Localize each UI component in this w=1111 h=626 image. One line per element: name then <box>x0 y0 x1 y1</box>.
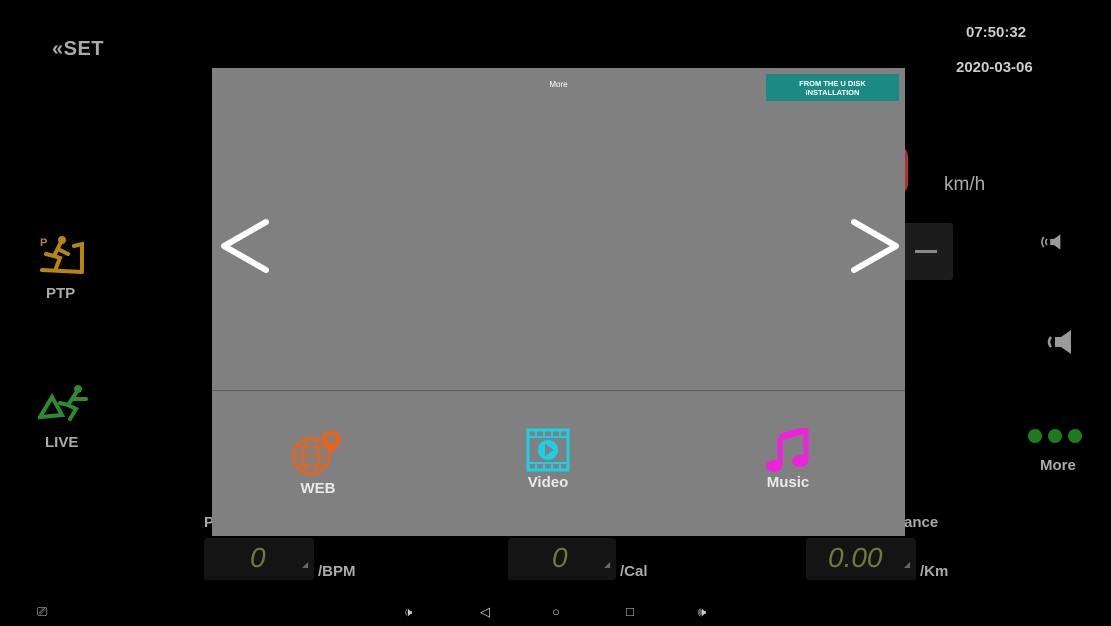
speed-unit: km/h <box>944 174 986 195</box>
minus-icon <box>915 250 937 253</box>
volume-down-nav-icon[interactable]: 🕩 <box>404 604 412 620</box>
speaker-loud-icon <box>1041 234 1061 250</box>
double-chevron-left-icon: « <box>52 38 64 60</box>
volume-down-button[interactable] <box>1045 328 1081 361</box>
speaker-quiet-icon <box>1047 330 1071 354</box>
previous-page-arrow-icon[interactable] <box>216 216 276 276</box>
volume-up-nav-icon[interactable]: 🕪 <box>698 604 706 620</box>
music-note-icon <box>766 428 809 472</box>
video-app-button[interactable]: Video <box>488 428 608 491</box>
video-app-label: Video <box>527 474 569 491</box>
more-dots-icon[interactable] <box>1028 429 1094 445</box>
clock-date: 2020-03-06 <box>956 59 1033 76</box>
set-label: SET <box>63 38 105 60</box>
ptp-button[interactable]: P <box>38 232 86 283</box>
heart-rate-box: 0 ◢ <box>204 538 314 580</box>
set-button[interactable]: «SET <box>52 38 104 61</box>
dropdown-triangle-icon: ◢ <box>604 560 611 569</box>
volume-up-button[interactable] <box>1040 230 1068 259</box>
svg-text:P: P <box>40 237 47 249</box>
web-globe-icon <box>291 429 343 476</box>
home-icon[interactable]: ○ <box>552 604 560 619</box>
distance-unit: /Km <box>920 563 949 580</box>
distance-partial-label: ance <box>904 514 939 531</box>
live-button[interactable] <box>36 383 92 428</box>
calories-unit: /Cal <box>620 563 648 580</box>
web-app-button[interactable]: WEB <box>258 428 378 497</box>
video-film-icon <box>526 428 570 472</box>
distance-box: 0.00 ◢ <box>806 538 916 580</box>
music-app-button[interactable]: Music <box>728 428 848 491</box>
back-icon[interactable]: ◁ <box>480 604 490 620</box>
ptp-treadmill-icon: P <box>40 236 84 274</box>
dialog-divider <box>212 390 905 391</box>
next-page-arrow-icon[interactable] <box>846 216 906 276</box>
dropdown-triangle-icon: ◢ <box>904 560 911 569</box>
heart-rate-unit: /BPM <box>318 563 356 580</box>
live-runner-icon <box>36 385 88 421</box>
recents-icon[interactable]: □ <box>626 604 634 619</box>
more-label: More <box>1040 457 1076 474</box>
more-apps-dialog: More FROM THE U DISK INSTALLATION WEB Vi… <box>212 68 905 536</box>
speed-decrease-button[interactable] <box>901 223 953 280</box>
distance-value: 0.00 <box>828 542 883 573</box>
dropdown-triangle-icon: ◢ <box>302 560 309 569</box>
calories-box: 0 ◢ <box>508 538 616 580</box>
web-app-label: WEB <box>300 480 336 497</box>
calories-value: 0 <box>552 542 568 573</box>
live-label: LIVE <box>45 434 79 451</box>
music-app-label: Music <box>766 474 810 491</box>
clock-time: 07:50:32 <box>966 24 1027 41</box>
heart-rate-value: 0 <box>250 542 266 573</box>
ptp-label: PTP <box>46 285 76 302</box>
screenshot-icon[interactable]: ⎚ <box>37 604 47 620</box>
usb-install-button[interactable]: FROM THE U DISK INSTALLATION <box>766 74 899 101</box>
